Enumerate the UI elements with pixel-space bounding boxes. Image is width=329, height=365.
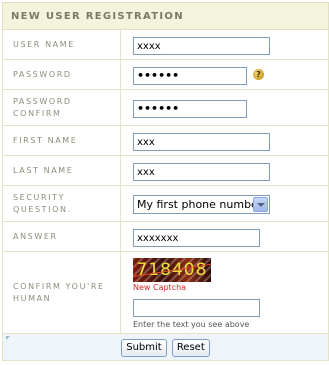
confirm-human-label: CONFIRM YOU'RE HUMAN: [2, 251, 121, 334]
answer-input[interactable]: [133, 229, 260, 248]
security-question-label: SECURITY QUESTION.: [2, 185, 121, 222]
captcha-input[interactable]: [133, 298, 260, 317]
registration-form: NEW USER REGISTRATION USER NAME PASSWORD…: [2, 2, 329, 361]
form-title: NEW USER REGISTRATION: [2, 2, 329, 30]
help-icon[interactable]: ?: [253, 69, 264, 81]
captcha-hint: Enter the text you see above: [133, 319, 250, 329]
corner-decoration: [6, 336, 10, 340]
first-name-label: FIRST NAME: [2, 125, 121, 156]
form-footer: Submit Reset: [2, 333, 329, 361]
answer-label: ANSWER: [2, 221, 121, 252]
submit-button[interactable]: Submit: [121, 338, 167, 357]
user-name-input[interactable]: [133, 37, 270, 56]
security-question-value: My first phone number.: [137, 197, 265, 211]
last-name-label: LAST NAME: [2, 155, 121, 186]
password-confirm-input[interactable]: [133, 99, 247, 118]
captcha-image: 718408: [133, 258, 211, 283]
first-name-input[interactable]: [133, 133, 270, 152]
reset-button[interactable]: Reset: [171, 338, 210, 357]
user-name-label: USER NAME: [2, 29, 121, 60]
security-question-select[interactable]: My first phone number.: [133, 194, 270, 214]
password-label: PASSWORD: [2, 59, 121, 90]
password-confirm-label: PASSWORD CONFIRM: [2, 89, 121, 126]
last-name-input[interactable]: [133, 163, 270, 182]
chevron-down-icon[interactable]: [253, 196, 268, 212]
password-input[interactable]: [133, 66, 247, 85]
new-captcha-link[interactable]: New Captcha: [133, 283, 328, 292]
